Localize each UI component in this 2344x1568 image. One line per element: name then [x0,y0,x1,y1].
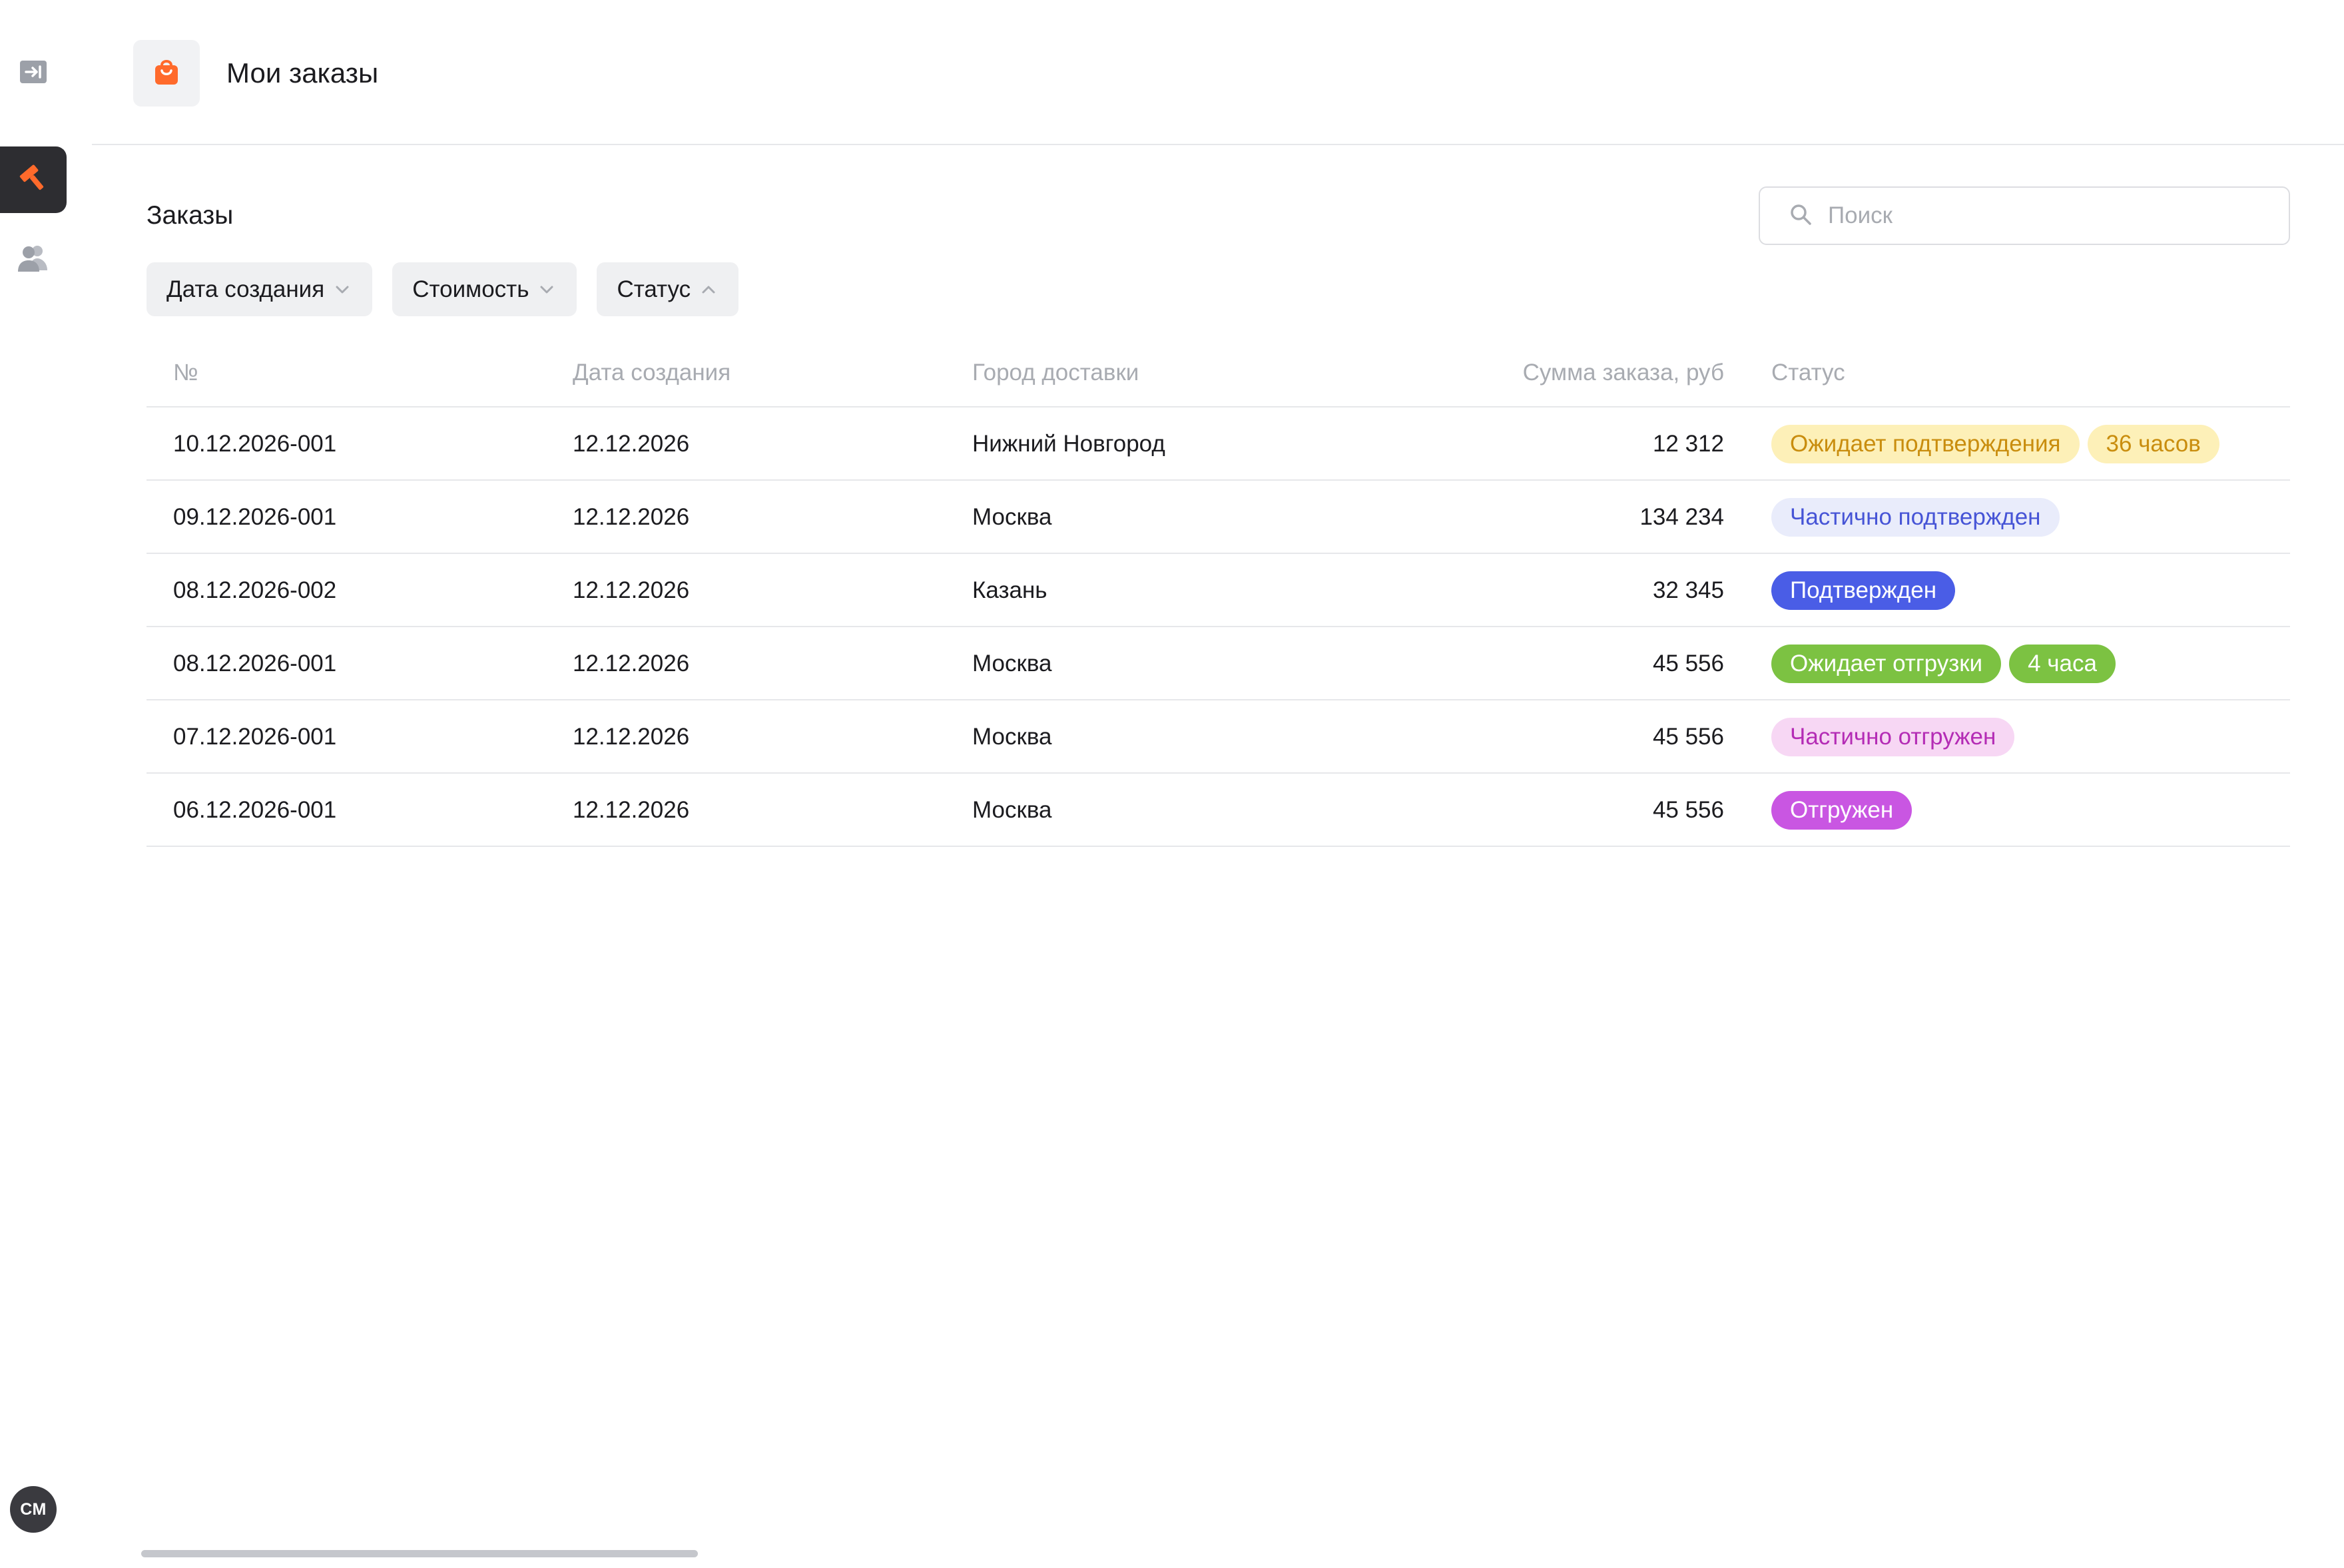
shopping-bag-icon [152,57,181,90]
sidebar-expand-button[interactable] [0,40,67,107]
filter-cost[interactable]: Стоимость [392,262,577,316]
order-number: 08.12.2026-001 [173,651,337,676]
order-date: 12.12.2026 [573,797,690,823]
table-row[interactable]: 07.12.2026-001 12.12.2026 Москва 45 556 Част… [146,700,2290,774]
order-number: 09.12.2026-001 [173,504,337,530]
chevron-down-icon [335,285,350,294]
table-row[interactable]: 08.12.2026-002 12.12.2026 Казань 32 345 Подт… [146,554,2290,627]
table-body: 10.12.2026-001 12.12.2026 Нижний Новгород 1… [146,407,2290,847]
order-city: Казань [972,577,1047,603]
order-date: 12.12.2026 [573,724,690,750]
sidebar-item-orders[interactable] [0,146,67,213]
order-number: 08.12.2026-002 [173,577,337,603]
orders-table: № Дата создания Город доставки Сумма зак… [146,337,2290,847]
column-header-sum[interactable]: Сумма заказа, руб [1523,357,1724,389]
section-title: Заказы [146,201,234,230]
filter-status[interactable]: Статус [597,262,739,316]
avatar-initials: СМ [20,1499,47,1519]
order-status: Ожидает подтверждения 36 часов [1771,425,2219,463]
status-badge: Ожидает подтверждения [1771,425,2080,463]
column-header-status[interactable]: Статус [1771,357,1845,389]
order-date: 12.12.2026 [573,431,690,457]
avatar[interactable]: СМ [10,1486,57,1533]
table-row[interactable]: 08.12.2026-001 12.12.2026 Москва 45 556 Ожид… [146,627,2290,700]
status-badge: Подтвержден [1771,571,1956,610]
search-icon [1789,203,1812,229]
order-city: Москва [972,504,1052,530]
sidebar-expand-icon [20,60,47,87]
column-header-city[interactable]: Город доставки [972,357,1139,389]
column-header-created-date[interactable]: Дата создания [573,357,731,389]
order-sum: 12 312 [1652,431,1724,457]
order-status: Частично отгружен [1771,718,2015,756]
status-badge: Частично отгружен [1771,718,2015,756]
order-date: 12.12.2026 [573,577,690,603]
order-date: 12.12.2026 [573,651,690,676]
filter-label: Стоимость [412,276,529,302]
search-input[interactable] [1827,202,2262,230]
sidebar-item-users[interactable] [0,226,67,293]
order-number: 07.12.2026-001 [173,724,337,750]
order-sum: 45 556 [1652,724,1724,750]
order-sum: 45 556 [1652,797,1724,823]
order-status: Отгружен [1771,791,1912,830]
table-row[interactable]: 09.12.2026-001 12.12.2026 Москва 134 234 Час… [146,481,2290,554]
status-badge: Ожидает отгрузки [1771,645,2002,683]
page-header: Мои заказы [92,0,2344,145]
order-city: Москва [972,797,1052,823]
order-city: Москва [972,724,1052,750]
chevron-up-icon [701,285,716,294]
order-date: 12.12.2026 [573,504,690,530]
order-status: Подтвержден [1771,571,1956,610]
order-sum: 134 234 [1639,504,1724,530]
chevron-down-icon [539,285,554,294]
table-row[interactable]: 06.12.2026-001 12.12.2026 Москва 45 556 Отгр… [146,774,2290,847]
order-sum: 32 345 [1652,577,1724,603]
users-icon [17,244,50,276]
filter-bar: Дата создания Стоимость Статус [146,262,739,316]
order-number: 10.12.2026-001 [173,431,337,457]
order-sum: 45 556 [1652,651,1724,676]
order-status: Ожидает отгрузки 4 часа [1771,645,2116,683]
table-header: № Дата создания Город доставки Сумма зак… [146,337,2290,407]
status-badge: 36 часов [2087,425,2219,463]
order-number: 06.12.2026-001 [173,797,337,823]
page-title: Мои заказы [226,57,379,89]
filter-label: Статус [617,276,691,302]
search-box[interactable] [1759,186,2290,245]
order-city: Нижний Новгород [972,431,1165,457]
status-badge: 4 часа [2009,645,2116,683]
app-logo [133,40,200,107]
column-header-number[interactable]: № [173,357,198,389]
order-status: Частично подтвержден [1771,498,2060,537]
sidebar: СМ [0,0,67,1568]
hammer-icon [17,162,49,198]
status-badge: Отгружен [1771,791,1912,830]
filter-label: Дата создания [166,276,325,302]
table-row[interactable]: 10.12.2026-001 12.12.2026 Нижний Новгород 1… [146,407,2290,481]
status-badge: Частично подтвержден [1771,498,2060,537]
horizontal-scrollbar[interactable] [141,1550,698,1557]
order-city: Москва [972,651,1052,676]
filter-created-date[interactable]: Дата создания [146,262,373,316]
